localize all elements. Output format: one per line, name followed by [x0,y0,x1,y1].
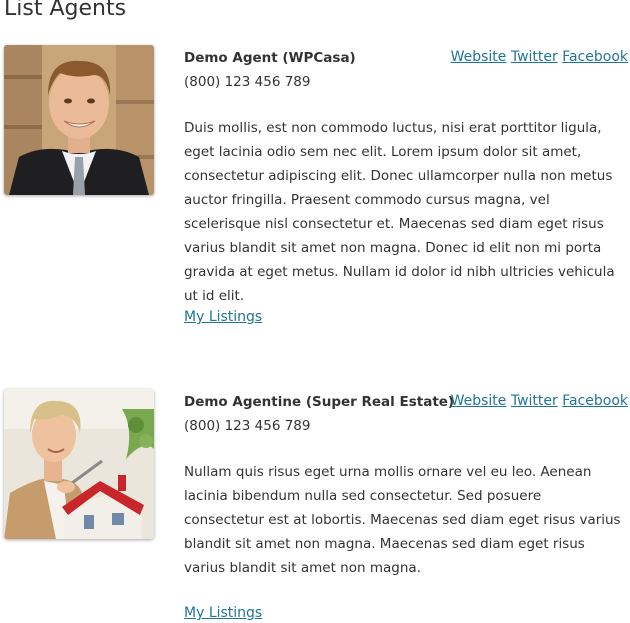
agent-phone: (800) 123 456 789 [184,74,311,90]
page-title: List Agents [4,0,127,21]
agent-phone: (800) 123 456 789 [184,418,311,434]
facebook-link[interactable]: Facebook [562,393,628,409]
agent-social-links: Website Twitter Facebook [451,49,628,65]
facebook-link[interactable]: Facebook [562,49,628,65]
agent-social-links: Website Twitter Facebook [451,393,628,409]
my-listings-link[interactable]: My Listings [184,309,262,325]
agent-female-photo-icon [4,389,154,539]
website-link[interactable]: Website [451,49,507,65]
twitter-link[interactable]: Twitter [511,49,558,65]
agent-photo [4,45,154,195]
my-listings-link[interactable]: My Listings [184,605,262,621]
agent-name: Demo Agent (WPCasa) [184,50,356,66]
twitter-link[interactable]: Twitter [511,393,558,409]
agent-description: Nullam quis risus eget urna mollis ornar… [184,464,621,576]
agent-photo [4,389,154,539]
agent-male-photo-icon [4,45,154,195]
agent-name: Demo Agentine (Super Real Estate) [184,394,455,410]
website-link[interactable]: Website [451,393,507,409]
agent-description: Duis mollis, est non commodo luctus, nis… [184,120,615,304]
